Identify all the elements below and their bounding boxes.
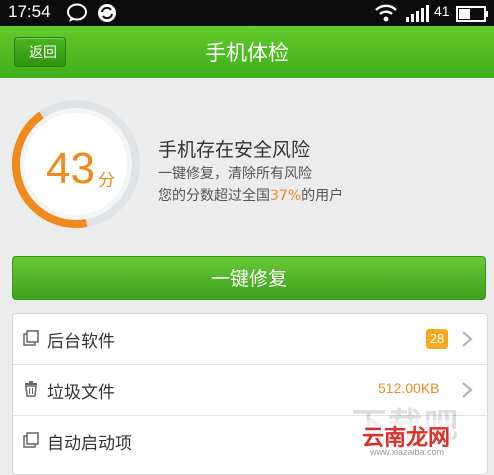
chat-icon: [67, 3, 87, 22]
one-click-fix-button[interactable]: 一键修复: [12, 256, 486, 300]
score-panel: 43 分 手机存在安全风险 一键修复，清除所有风险 您的分数超过全国37%的用户: [0, 78, 494, 248]
page-title: 手机体检: [205, 41, 289, 65]
list-item-label: 后台软件: [47, 332, 115, 352]
file-size: 512.00KB: [378, 380, 440, 396]
compare-prefix: 您的分数超过全国: [158, 188, 270, 204]
count-badge: 28: [426, 329, 448, 349]
compare-percent: 37%: [270, 188, 302, 204]
battery-icon: [456, 6, 488, 22]
windows-icon: [23, 330, 39, 346]
wifi-icon: [375, 4, 397, 22]
status-time: 17:54: [8, 2, 51, 21]
list-item-label: 垃圾文件: [47, 383, 115, 403]
windows-icon: [23, 432, 39, 448]
compare-text: 您的分数超过全国37%的用户: [158, 185, 343, 205]
score-unit: 分: [98, 171, 115, 191]
score-value: 43: [46, 144, 95, 193]
list-item-background-apps[interactable]: 后台软件 28: [13, 314, 487, 365]
battery-percent: 41: [434, 3, 450, 19]
risk-subline: 一键修复，清除所有风险: [158, 166, 312, 182]
sync-icon: [98, 4, 116, 22]
status-bar: 17:54 41: [0, 0, 494, 26]
signal-icon: [406, 5, 429, 22]
title-bar: 返回 手机体检: [0, 26, 494, 78]
compare-suffix: 的用户: [301, 188, 344, 204]
chevron-right-icon: [462, 331, 473, 347]
trash-icon: [25, 381, 37, 397]
watermark-url: www.xiazaiba.com: [370, 447, 445, 457]
risk-headline: 手机存在安全风险: [158, 139, 311, 161]
chevron-right-icon: [462, 382, 473, 398]
list-item-label: 自动启动项: [47, 434, 132, 454]
